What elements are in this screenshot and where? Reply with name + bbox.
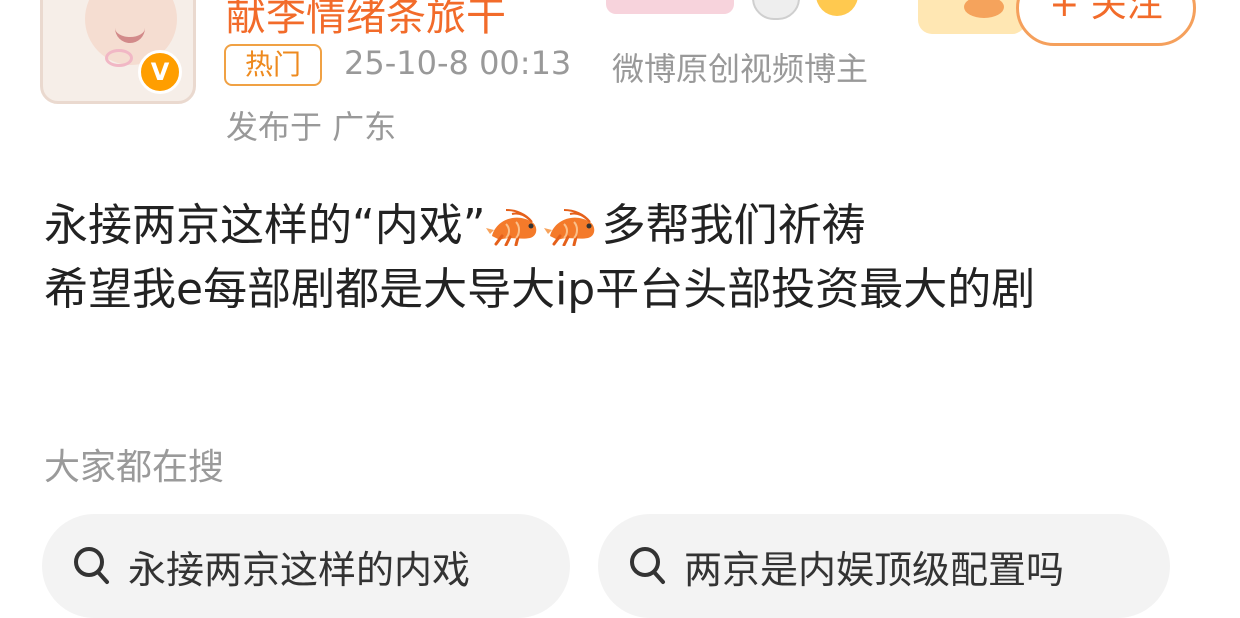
trending-search-label: 两京是内娱顶级配置吗 xyxy=(684,547,1065,592)
face-emoji-icon xyxy=(816,0,858,16)
follow-button[interactable]: + 关注 xyxy=(1016,0,1196,46)
trending-search-item[interactable]: 两京是内娱顶级配置吗 xyxy=(598,514,1170,618)
post-timestamp: 25-10-8 00:13 xyxy=(344,44,572,82)
shrimp-icon xyxy=(543,209,594,246)
trending-search-item[interactable]: 永接两京这样的内戏 xyxy=(42,514,570,618)
search-icon xyxy=(630,547,665,584)
trending-search-title: 大家都在搜 xyxy=(44,447,225,488)
cake-emoji-icon xyxy=(606,0,734,14)
vip-badge-icon: V xyxy=(138,50,182,94)
trending-search-label: 永接两京这样的内戏 xyxy=(128,547,471,592)
vip-badge-label: V xyxy=(150,58,170,86)
post-text: 永接两京这样的“内戏” 多帮我们祈祷 希望我e每部剧都是大导大ip平台头部投资最… xyxy=(44,194,1194,322)
hot-tag[interactable]: 热门 xyxy=(224,44,322,86)
post-text-line2: 希望我e每部剧都是大导大ip平台头部投资最大的剧 xyxy=(44,264,1036,315)
search-icon xyxy=(74,547,109,584)
username[interactable]: 献李情绪条旅干 xyxy=(226,0,506,42)
shrimp-icon xyxy=(485,209,536,246)
avatar-cheek xyxy=(105,49,133,67)
post-location: 发布于 广东 xyxy=(226,108,397,146)
chick-sticker-icon xyxy=(918,0,1026,34)
author-title: 微博原创视频博主 xyxy=(612,50,869,88)
panda-emoji-icon xyxy=(752,0,800,20)
post-text-part1: 永接两京这样的“内戏” xyxy=(44,200,486,251)
post-text-part2: 多帮我们祈祷 xyxy=(601,200,866,251)
